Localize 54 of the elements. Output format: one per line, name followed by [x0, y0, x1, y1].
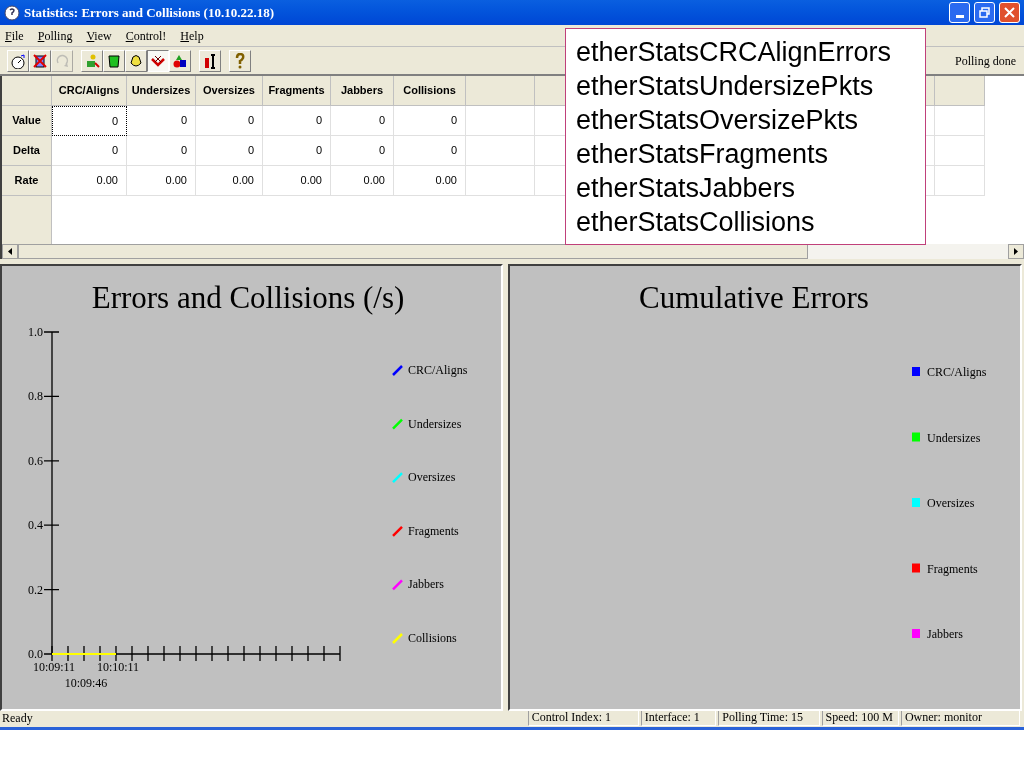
- tick-label: 0.2: [28, 582, 43, 597]
- table-cell: 0.00: [52, 166, 127, 196]
- legend-label: Oversizes: [927, 496, 975, 510]
- status-message: Ready: [1, 709, 34, 727]
- annotation-text: etherStatsJabbers: [576, 172, 796, 205]
- legend-label: Collisions: [408, 631, 457, 645]
- tick-label: 10:09:11: [32, 660, 76, 674]
- tick-label: 0.6: [28, 453, 43, 468]
- status-pane: Polling Time: 15: [718, 709, 820, 726]
- annotation-text: etherStatsCRCAlignErrors: [576, 36, 892, 69]
- status-pane: Owner: monitor: [900, 709, 1020, 726]
- status-pane: Speed: 100 M: [821, 709, 899, 726]
- legend-label: Jabbers: [408, 577, 444, 592]
- table-cell: 0.00: [263, 166, 331, 196]
- chart-title: Cumulative Errors: [639, 280, 869, 315]
- tick-label: 10:09:46: [64, 676, 108, 690]
- legend-label: Undersizes: [927, 430, 981, 445]
- annotation-text: etherStatsUndersizePkts: [576, 70, 874, 103]
- table-cell: 0.00: [394, 166, 466, 196]
- table-cell: 0: [127, 106, 196, 136]
- legend-label: Undersizes: [408, 416, 462, 431]
- annotation-text: etherStatsOversizePkts: [576, 104, 859, 137]
- table-cell: 0.00: [331, 166, 394, 196]
- tick-label: 1.0: [28, 325, 43, 339]
- status-pane: Interface: 1: [640, 709, 717, 726]
- polling-status: Polling done: [955, 52, 1016, 70]
- legend-label: CRC/Aligns: [408, 363, 468, 377]
- legend-label: Fragments: [408, 523, 459, 538]
- table-cell: 0: [196, 106, 263, 136]
- tick-label: 10:10:11: [96, 660, 140, 674]
- chart-title: Errors and Collisions (/s): [91, 280, 405, 315]
- tick-label: 0.0: [28, 647, 43, 661]
- legend-label: CRC/Aligns: [927, 365, 987, 379]
- table-cell: 0: [196, 136, 263, 166]
- legend-label: Fragments: [927, 561, 978, 576]
- table-cell: 0: [263, 136, 331, 166]
- annotation-text: etherStatsCollisions: [576, 206, 815, 239]
- table-cell: 0: [331, 136, 394, 166]
- tick-label: 0.8: [28, 389, 43, 404]
- tick-label: 0.4: [28, 518, 43, 533]
- table-cell: 0.00: [127, 166, 196, 196]
- table-cell: 0: [263, 106, 331, 136]
- legend-label: Jabbers: [927, 627, 963, 641]
- table-cell: 0: [52, 106, 127, 136]
- window-title: Statistics: Errors and Collisions (10.10.22.18): [24, 3, 275, 22]
- legend-label: Oversizes: [408, 470, 456, 485]
- table-cell: 0: [394, 106, 466, 136]
- annotation-text: etherStatsFragments: [576, 138, 829, 171]
- table-cell: 0.00: [196, 166, 263, 196]
- table-cell: 0: [127, 136, 196, 166]
- table-cell: 0: [331, 106, 394, 136]
- table-cell: 0: [52, 136, 127, 166]
- status-pane: Control Index: 1: [527, 709, 639, 726]
- table-cell: 0: [394, 136, 466, 166]
